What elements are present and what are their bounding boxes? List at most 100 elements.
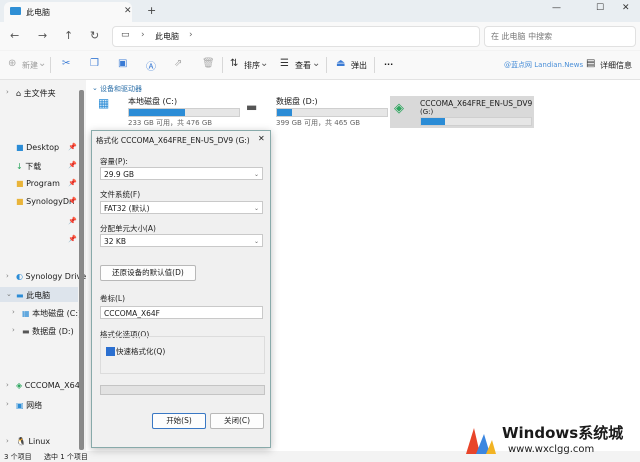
nav-item-cccoma[interactable]: ◈ CCCOMA_X64F bbox=[16, 381, 84, 390]
view-button[interactable]: 查看 bbox=[295, 60, 311, 71]
allocation-select[interactable]: 32 KB ⌄ bbox=[100, 234, 263, 247]
drive-tile-d[interactable]: ▬ 数据盘 (D:) 399 GB 可用，共 465 GB bbox=[244, 94, 388, 127]
drive-tile-c[interactable]: ▦ 本地磁盘 (C:) 233 GB 可用，共 476 GB bbox=[96, 94, 240, 127]
pin-icon[interactable]: 📌 bbox=[68, 197, 77, 205]
volume-label-input[interactable]: CCCOMA_X64F bbox=[100, 306, 263, 319]
home-icon: ⌂ bbox=[16, 89, 22, 98]
chevron-right-icon[interactable]: › bbox=[12, 308, 15, 316]
synology-icon: ◐ bbox=[16, 272, 23, 281]
nav-item-data-d[interactable]: ▬ 数据盘 (D:) bbox=[22, 326, 74, 337]
forward-icon[interactable]: → bbox=[38, 29, 47, 42]
dialog-close-icon[interactable]: ✕ bbox=[258, 134, 265, 143]
capacity-value: 29.9 GB bbox=[104, 170, 135, 179]
chevron-down-icon[interactable]: ⌄ bbox=[6, 290, 12, 298]
dialog-title: 格式化 CCCOMA_X64FRE_EN-US_DV9 (G:) bbox=[96, 136, 250, 145]
nav-item-linux[interactable]: 🐧 Linux bbox=[16, 437, 50, 446]
pin-icon[interactable]: 📌 bbox=[68, 161, 77, 169]
chevron-right-icon[interactable]: › bbox=[6, 400, 9, 408]
nav-item-home[interactable]: ⌂ 主文件夹 bbox=[16, 88, 56, 99]
refresh-icon[interactable]: ↻ bbox=[90, 29, 99, 42]
start-button[interactable]: 开始(S) bbox=[152, 413, 206, 429]
drive-tile-g[interactable]: ◈ CCCOMA_X64FRE_EN-US_DV9 (G:) bbox=[390, 96, 534, 128]
format-dialog: 格式化 CCCOMA_X64FRE_EN-US_DV9 (G:) ✕ 容量(P)… bbox=[91, 130, 271, 448]
share-icon[interactable]: ⇗ bbox=[174, 58, 182, 69]
windows-drive-icon: ▦ bbox=[22, 309, 30, 318]
title-bar: 此电脑 ✕ + — ☐ ✕ bbox=[0, 0, 640, 22]
restore-defaults-button[interactable]: 还原设备的默认值(D) bbox=[100, 265, 196, 281]
chevron-right-icon[interactable]: › bbox=[12, 326, 15, 334]
filesystem-value: FAT32 (默认) bbox=[104, 204, 150, 213]
cut-icon[interactable]: ✂ bbox=[62, 58, 70, 69]
dialog-close-button[interactable]: 关闭(C) bbox=[210, 413, 264, 429]
watermark-text: @蓝点网 Landian.News bbox=[504, 61, 584, 69]
pin-icon[interactable]: 📌 bbox=[68, 179, 77, 187]
linux-icon: 🐧 bbox=[16, 437, 26, 446]
paste-icon[interactable]: ▣ bbox=[118, 58, 127, 69]
chevron-down-icon: ⌄ bbox=[253, 205, 259, 212]
chevron-right-icon[interactable]: › bbox=[6, 437, 9, 445]
capacity-select[interactable]: 29.9 GB ⌄ bbox=[100, 167, 263, 180]
up-icon[interactable]: ↑ bbox=[64, 29, 73, 42]
address-bar[interactable]: ▭ › 此电脑 › bbox=[112, 26, 480, 47]
delete-icon[interactable]: 🗑 bbox=[202, 58, 215, 69]
details-button[interactable]: 详细信息 bbox=[600, 60, 632, 71]
breadcrumb-this-pc[interactable]: 此电脑 bbox=[155, 31, 179, 42]
quick-format-checkbox[interactable] bbox=[106, 347, 115, 356]
disc-drive-icon: ◈ bbox=[394, 101, 404, 116]
monitor-icon: ▬ bbox=[16, 291, 24, 300]
usage-bar bbox=[128, 108, 240, 117]
tab-label: 此电脑 bbox=[26, 8, 50, 17]
maximize-button[interactable]: ☐ bbox=[596, 3, 604, 13]
back-icon[interactable]: ← bbox=[10, 29, 19, 42]
divider bbox=[374, 57, 375, 73]
chevron-right-icon[interactable]: › bbox=[6, 381, 9, 389]
pin-icon[interactable]: 📌 bbox=[68, 143, 77, 151]
eject-button[interactable]: 弹出 bbox=[351, 60, 367, 71]
pin-icon[interactable]: 📌 bbox=[68, 235, 77, 243]
brand-name: Windows系统城 bbox=[502, 424, 624, 442]
drive-detail: 399 GB 可用，共 465 GB bbox=[276, 119, 361, 127]
chevron-right-icon: › bbox=[141, 30, 145, 40]
nav-label: 下载 bbox=[25, 162, 42, 171]
nav-item-synologydri[interactable]: ■ SynologyDri bbox=[16, 197, 75, 206]
nav-item-program[interactable]: ■ Program bbox=[16, 179, 60, 188]
chevron-down-icon[interactable]: ⌄ bbox=[92, 84, 98, 92]
usage-bar bbox=[420, 117, 532, 126]
search-input[interactable]: 在 此电脑 中搜索 bbox=[484, 26, 636, 47]
filesystem-select[interactable]: FAT32 (默认) ⌄ bbox=[100, 201, 263, 214]
usage-bar-fill bbox=[277, 109, 293, 116]
chevron-right-icon: › bbox=[189, 30, 193, 40]
tab-close-icon[interactable]: ✕ bbox=[124, 6, 132, 16]
search-placeholder: 在 此电脑 中搜索 bbox=[491, 32, 553, 41]
chevron-down-icon: ⌄ bbox=[253, 171, 259, 178]
new-button[interactable]: 新建 bbox=[22, 60, 38, 71]
new-tab-button[interactable]: + bbox=[147, 4, 156, 17]
chevron-down-icon: ⌄ bbox=[312, 58, 321, 69]
chevron-right-icon[interactable]: › bbox=[6, 272, 9, 280]
brand-url: www.wxclgg.com bbox=[508, 444, 595, 455]
nav-item-synology-drive[interactable]: ◐ Synology Drive bbox=[16, 272, 86, 281]
monitor-icon: ▭ bbox=[121, 30, 130, 40]
command-bar: ⊕ 新建 ⌄ ✂ ❐ ▣ Ⓐ ⇗ 🗑 ⇅ 排序 ⌄ ☰ 查看 ⌄ ⏏ 弹出 ··… bbox=[0, 51, 640, 80]
quick-format-label[interactable]: 快速格式化(Q) bbox=[116, 346, 165, 357]
pin-icon[interactable]: 📌 bbox=[68, 217, 77, 225]
view-icon: ☰ bbox=[280, 58, 289, 69]
nav-item-network[interactable]: ▣ 网络 bbox=[16, 400, 42, 411]
nav-scrollbar[interactable] bbox=[79, 90, 84, 450]
nav-item-this-pc[interactable]: ▬ 此电脑 bbox=[16, 290, 50, 301]
nav-item-local-c[interactable]: ▦ 本地磁盘 (C:) bbox=[22, 308, 81, 319]
tab-this-pc[interactable]: 此电脑 ✕ bbox=[4, 2, 132, 22]
nav-label: Program bbox=[26, 179, 60, 188]
more-options-button[interactable]: ··· bbox=[384, 60, 393, 69]
usage-bar-fill bbox=[129, 109, 186, 116]
sort-button[interactable]: 排序 bbox=[244, 60, 260, 71]
copy-icon[interactable]: ❐ bbox=[90, 58, 99, 69]
nav-item-downloads[interactable]: ↓ 下载 bbox=[16, 161, 41, 172]
usage-bar bbox=[276, 108, 388, 117]
nav-item-desktop[interactable]: ■ Desktop bbox=[16, 143, 59, 152]
minimize-button[interactable]: — bbox=[552, 3, 561, 13]
close-button[interactable]: ✕ bbox=[622, 3, 630, 13]
chevron-right-icon[interactable]: › bbox=[6, 88, 9, 96]
section-header[interactable]: 设备和驱动器 bbox=[100, 84, 142, 94]
rename-icon[interactable]: Ⓐ bbox=[146, 58, 156, 73]
